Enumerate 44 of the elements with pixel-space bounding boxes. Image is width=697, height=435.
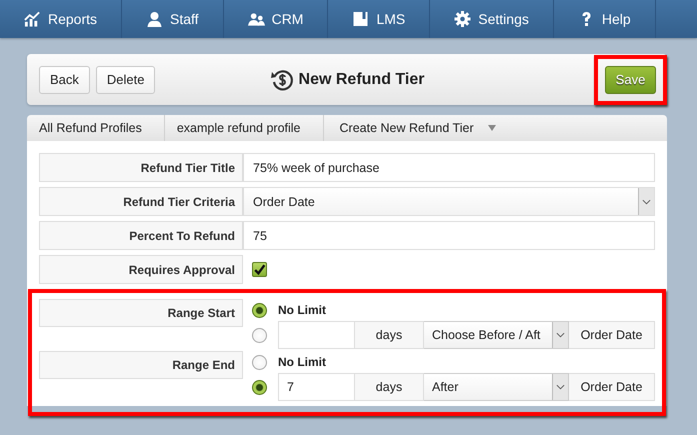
text-field[interactable]: 75% week of purchase xyxy=(243,153,655,182)
radio-button[interactable] xyxy=(252,302,267,318)
reference-label: Order Date xyxy=(569,373,655,401)
option-label: No Limit xyxy=(278,355,326,369)
nav-tab[interactable]: Settings xyxy=(430,0,554,38)
radio-button[interactable] xyxy=(252,380,267,394)
chevron-icon xyxy=(556,332,565,338)
number-field[interactable]: 7 xyxy=(278,373,355,401)
caret-icon xyxy=(488,125,496,131)
breadcrumb-link[interactable]: Create New Refund Tier xyxy=(324,115,518,141)
nav-tab[interactable]: Staff xyxy=(122,0,224,38)
chevron-icon xyxy=(556,384,565,390)
field-label: Percent To Refund xyxy=(39,221,243,250)
chevron-icon xyxy=(642,198,651,204)
nav-tab[interactable]: LMS xyxy=(328,0,430,38)
page-title: New Refund Tier xyxy=(298,71,424,89)
dropdown[interactable]: Order Date xyxy=(243,187,655,216)
field-label: Requires Approval xyxy=(39,255,243,284)
unit-label: days xyxy=(355,321,424,349)
nav-tab[interactable]: Help xyxy=(554,0,656,38)
book-icon xyxy=(352,11,370,27)
nav-tab[interactable]: CRM xyxy=(224,0,328,38)
number-field[interactable] xyxy=(278,321,355,349)
field-label: Refund Tier Criteria xyxy=(39,187,243,216)
option-label: No Limit xyxy=(278,303,326,317)
people-icon xyxy=(248,11,265,27)
dropdown[interactable]: Choose Before / Aft xyxy=(424,321,569,349)
field-label: Refund Tier Title xyxy=(39,153,243,182)
person-icon xyxy=(146,11,164,27)
toolbar-button[interactable]: Delete xyxy=(96,66,156,94)
unit-label: days xyxy=(355,373,424,401)
dropdown[interactable]: After xyxy=(424,373,569,401)
toolbar-button[interactable]: Back xyxy=(39,66,90,94)
radio-button[interactable] xyxy=(252,328,267,342)
chart-icon xyxy=(24,11,41,27)
field-label: Range End xyxy=(39,351,243,379)
checkbox[interactable] xyxy=(252,262,267,277)
text-field[interactable]: 75 xyxy=(243,221,655,250)
reference-label: Order Date xyxy=(569,321,655,349)
nav-tab[interactable]: Reports xyxy=(0,0,122,38)
refund-icon xyxy=(270,68,294,92)
radio-button[interactable] xyxy=(252,354,267,370)
settings-icon xyxy=(454,11,472,27)
field-label: Range Start xyxy=(39,299,243,327)
